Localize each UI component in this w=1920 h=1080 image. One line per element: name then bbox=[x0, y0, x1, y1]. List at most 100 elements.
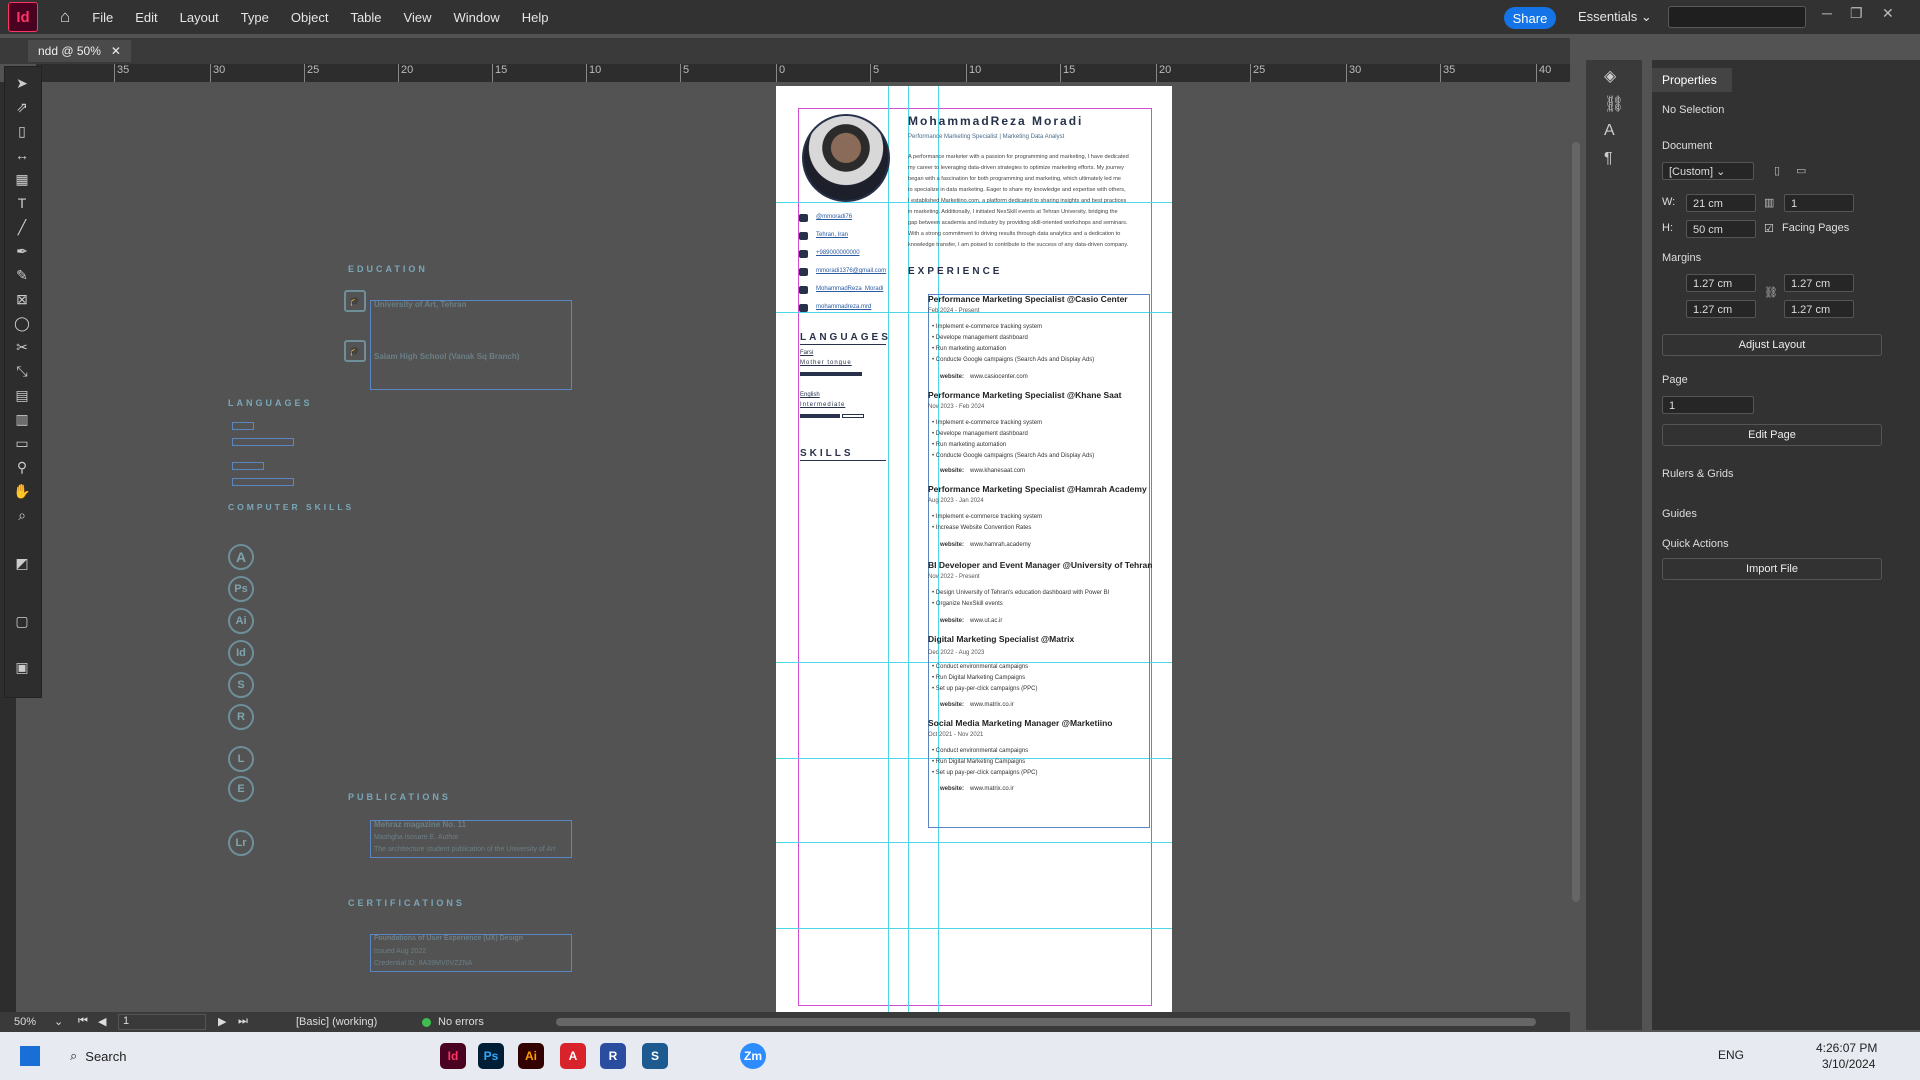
summary-line[interactable]: to specialize in data marketing. Eager t… bbox=[908, 187, 1126, 193]
contact-item[interactable]: Tehran, Iran bbox=[816, 232, 848, 238]
screen-mode-icon[interactable]: ▣ bbox=[11, 657, 33, 677]
pb-cert3[interactable]: Credential ID: 8A39MV0VZZNA bbox=[374, 960, 472, 967]
page-tool-icon[interactable]: ▯ bbox=[11, 121, 33, 141]
language-bar[interactable] bbox=[232, 462, 264, 470]
job-date[interactable]: Oct 2021 - Nov 2021 bbox=[928, 732, 983, 738]
job-date[interactable]: Nov 2023 - Feb 2024 bbox=[928, 404, 984, 410]
chevron-down-icon[interactable]: ⌄ bbox=[54, 1015, 63, 1028]
language-indicator[interactable]: ENG bbox=[1718, 1048, 1744, 1062]
website-url[interactable]: www.matrix.co.ir bbox=[970, 786, 1014, 792]
school-icon[interactable]: 🎓 bbox=[344, 340, 366, 362]
experience-title[interactable]: EXPERIENCE bbox=[908, 266, 1002, 277]
job-website[interactable]: website: www.casiocenter.com bbox=[940, 374, 1028, 380]
job-date[interactable]: Dec 2022 - Aug 2023 bbox=[928, 650, 984, 656]
menu-layout[interactable]: Layout bbox=[180, 10, 219, 25]
document-page[interactable]: MohammadReza Moradi Performance Marketin… bbox=[776, 86, 1172, 1014]
pencil-tool-icon[interactable]: ✎ bbox=[11, 265, 33, 285]
summary-line[interactable]: began with a fascination for both progra… bbox=[908, 176, 1121, 182]
illustrator-app-icon[interactable]: Ai bbox=[518, 1043, 544, 1069]
revit-app-icon[interactable]: R bbox=[600, 1043, 626, 1069]
pb-pub3[interactable]: The architecture student publication of … bbox=[374, 846, 555, 853]
job-date[interactable]: Nov 2022 - Present bbox=[928, 574, 980, 580]
contact-item[interactable]: mohammadreza.mrd bbox=[816, 304, 871, 310]
education-frame[interactable] bbox=[370, 300, 572, 390]
width-field[interactable]: 21 cm bbox=[1686, 194, 1756, 212]
languages-title[interactable]: LANGUAGES bbox=[800, 332, 891, 343]
portrait-orientation-icon[interactable]: ▯ bbox=[1774, 164, 1780, 177]
gradient-tool-icon[interactable]: ▤ bbox=[11, 385, 33, 405]
menu-object[interactable]: Object bbox=[291, 10, 329, 25]
formatting-icon[interactable]: ▢ bbox=[11, 611, 33, 631]
rhino-skill-icon[interactable]: R bbox=[228, 704, 254, 730]
job-title[interactable]: Performance Marketing Specialist @Khane … bbox=[928, 390, 1121, 400]
first-page-icon[interactable]: ⏮ bbox=[78, 1015, 88, 1028]
scissors-tool-icon[interactable]: ✂ bbox=[11, 337, 33, 357]
job-bullet[interactable]: Develope management dashboard bbox=[936, 431, 1028, 437]
row-guide[interactable] bbox=[776, 842, 1172, 843]
photoshop-skill-icon[interactable]: Ps bbox=[228, 576, 254, 602]
enscape-skill-icon[interactable]: E bbox=[228, 776, 254, 802]
job-bullet[interactable]: Run marketing automation bbox=[936, 442, 1006, 448]
profile-photo[interactable] bbox=[802, 114, 890, 202]
direct-selection-tool-icon[interactable]: ⇗ bbox=[11, 97, 33, 117]
job-bullet[interactable]: Run Digital Marketing Campaigns bbox=[936, 675, 1025, 681]
vertical-scrollbar[interactable] bbox=[1572, 142, 1580, 902]
fill-stroke-icon[interactable]: ◩ bbox=[11, 553, 33, 573]
language-name[interactable]: Farsi bbox=[800, 350, 813, 356]
layers-icon[interactable]: ◈ bbox=[1604, 66, 1616, 86]
skills-title[interactable]: SKILLS bbox=[800, 448, 854, 459]
pb-languages-title[interactable]: LANGUAGES bbox=[228, 398, 313, 408]
language-bar[interactable] bbox=[232, 478, 294, 486]
contact-item[interactable]: +989000000000 bbox=[816, 250, 860, 256]
column-guide[interactable] bbox=[888, 86, 889, 1014]
menu-table[interactable]: Table bbox=[350, 10, 381, 25]
job-website[interactable]: website: www.ut.ac.ir bbox=[940, 618, 1002, 624]
lightroom-skill-icon[interactable]: Lr bbox=[228, 830, 254, 856]
margin-top-field[interactable]: 1.27 cm bbox=[1686, 274, 1756, 292]
pb-pub1[interactable]: Mehraz magazine No. 11 bbox=[374, 820, 466, 829]
lumion-skill-icon[interactable]: L bbox=[228, 746, 254, 772]
job-title[interactable]: Digital Marketing Specialist @Matrix bbox=[928, 634, 1074, 644]
menu-type[interactable]: Type bbox=[241, 10, 269, 25]
summary-line[interactable]: With a strong commitment to driving resu… bbox=[908, 231, 1120, 237]
menu-file[interactable]: File bbox=[92, 10, 113, 25]
pb-education-title[interactable]: EDUCATION bbox=[348, 264, 428, 274]
links-icon[interactable]: ⛓ bbox=[1604, 94, 1624, 114]
style-status[interactable]: [Basic] (working) bbox=[296, 1016, 377, 1028]
indesign-skill-icon[interactable]: Id bbox=[228, 640, 254, 666]
website-url[interactable]: www.matrix.co.ir bbox=[970, 702, 1014, 708]
free-transform-tool-icon[interactable]: ⤡ bbox=[11, 361, 33, 381]
job-bullet[interactable]: Conduct environmental campaigns bbox=[936, 748, 1028, 754]
import-file-button[interactable]: Import File bbox=[1662, 558, 1882, 580]
selection-tool-icon[interactable]: ➤ bbox=[11, 73, 33, 93]
job-bullet[interactable]: Implement e-commerce tracking system bbox=[936, 420, 1042, 426]
summary-line[interactable]: A performance marketer with a passion fo… bbox=[908, 154, 1129, 160]
job-date[interactable]: Aug 2023 - Jan 2024 bbox=[928, 498, 984, 504]
job-bullet[interactable]: Conducte Google campaigns (Search Ads an… bbox=[936, 453, 1094, 459]
language-level[interactable]: Mother tongue bbox=[800, 360, 852, 366]
summary-line[interactable]: knowledge transfer, I am poised to contr… bbox=[908, 242, 1128, 248]
education-icon[interactable]: 🎓 bbox=[344, 290, 366, 312]
pb-cert2[interactable]: Issued Aug 2022 bbox=[374, 948, 426, 955]
rectangle-frame-tool-icon[interactable]: ⊠ bbox=[11, 289, 33, 309]
pb-edu2[interactable]: Salam High School (Vanak Sq Branch) bbox=[374, 352, 519, 361]
taskbar-date[interactable]: 3/10/2024 bbox=[1822, 1057, 1875, 1071]
search-input[interactable] bbox=[1668, 6, 1806, 28]
job-date[interactable]: Feb 2024 - Present bbox=[928, 308, 979, 314]
resume-subtitle[interactable]: Performance Marketing Specialist | Marke… bbox=[908, 134, 1064, 140]
job-website[interactable]: website: www.matrix.co.ir bbox=[940, 786, 1014, 792]
job-bullet[interactable]: Design University of Tehran's education … bbox=[936, 590, 1109, 596]
zoom-app-icon[interactable]: Zm bbox=[740, 1043, 766, 1069]
job-bullet[interactable]: Increase Website Convention Rates bbox=[936, 525, 1032, 531]
job-bullet[interactable]: Conduct environmental campaigns bbox=[936, 664, 1028, 670]
job-bullet[interactable]: Set up pay-per-click campaigns (PPC) bbox=[936, 770, 1038, 776]
website-url[interactable]: www.ut.ac.ir bbox=[970, 618, 1002, 624]
facing-pages-checkbox[interactable]: ☑ bbox=[1764, 222, 1774, 235]
menu-window[interactable]: Window bbox=[453, 10, 499, 25]
margin-inside-field[interactable]: 1.27 cm bbox=[1784, 274, 1854, 292]
windows-start-icon[interactable] bbox=[20, 1046, 40, 1066]
margin-outside-field[interactable]: 1.27 cm bbox=[1784, 300, 1854, 318]
pb-pub2[interactable]: Mashgha Isosare E. Author bbox=[374, 834, 458, 841]
job-bullet[interactable]: Organize NexSkill events bbox=[936, 601, 1003, 607]
job-bullet[interactable]: Run marketing automation bbox=[936, 346, 1006, 352]
